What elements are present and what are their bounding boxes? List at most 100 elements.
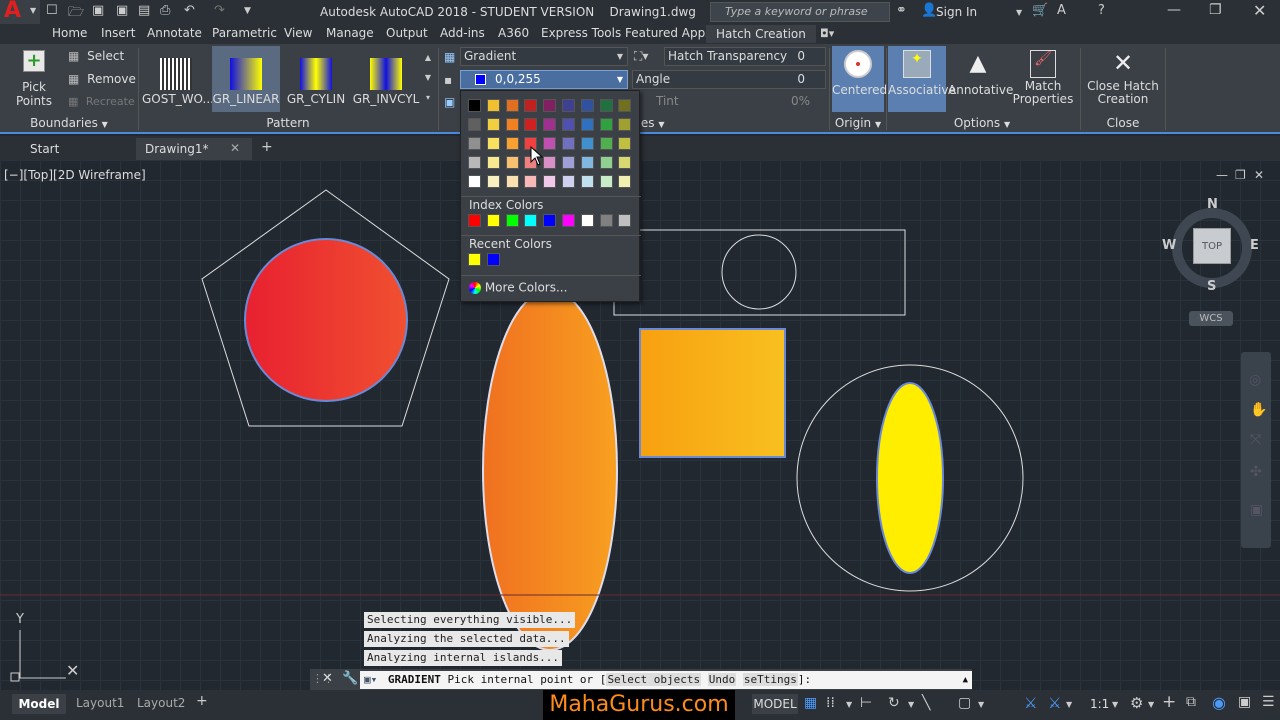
palette-swatch[interactable] — [599, 156, 613, 169]
palette-swatch[interactable] — [468, 175, 481, 188]
plot-icon[interactable]: ⎙ — [160, 3, 170, 18]
properties-panel-label[interactable]: ies ▼ — [636, 116, 666, 130]
maximize-icon[interactable]: ❐ — [1209, 2, 1222, 18]
annotation-scale[interactable]: 1:1 — [1090, 697, 1109, 711]
gradient-color-select[interactable]: 0,0,255 ▼ — [460, 70, 628, 89]
palette-swatch[interactable] — [580, 137, 594, 150]
tab-manage[interactable]: Manage — [326, 26, 374, 40]
index-color-swatch[interactable] — [618, 214, 632, 227]
palette-swatch[interactable] — [524, 118, 538, 131]
layout-tab-layout1[interactable]: Layout1 — [76, 696, 124, 710]
search-box[interactable]: Type a keyword or phrase — [710, 2, 890, 22]
orange-gradient-square[interactable] — [639, 328, 786, 458]
index-color-swatch[interactable] — [543, 214, 557, 227]
viewcube[interactable]: TOP N S W E — [1162, 197, 1260, 296]
palette-swatch[interactable] — [505, 137, 519, 150]
more-colors-button[interactable]: More Colors... — [469, 280, 567, 295]
layout-tab-model[interactable]: Model — [12, 694, 66, 714]
close-icon[interactable]: ✕ — [1253, 1, 1266, 20]
pattern-gr-linear[interactable]: GR_LINEAR — [212, 46, 280, 112]
tab-output[interactable]: Output — [386, 26, 428, 40]
palette-swatch[interactable] — [486, 156, 500, 169]
angle-field[interactable]: Angle 0 — [632, 70, 826, 89]
clean-screen-icon[interactable]: ▣ — [1238, 694, 1251, 710]
compass-e[interactable]: E — [1250, 238, 1259, 253]
palette-swatch[interactable] — [543, 137, 557, 150]
workspace-icon[interactable]: ⧉ — [1186, 694, 1196, 710]
palette-swatch[interactable] — [468, 118, 481, 131]
save-as-icon[interactable]: ▣ — [116, 3, 128, 18]
boundaries-panel-label[interactable]: Boundaries ▼ — [0, 116, 138, 130]
polar-icon[interactable]: ↻ — [888, 695, 900, 711]
web-mobile-icon[interactable]: ▤ — [138, 3, 150, 18]
compass-n[interactable]: N — [1207, 197, 1218, 212]
hatch-type-select[interactable]: Gradient ▼ — [460, 47, 628, 66]
tab-home[interactable]: Home — [52, 26, 87, 40]
chevron-down-icon[interactable]: ▼ — [846, 700, 852, 709]
redo-icon[interactable]: ↷ — [214, 3, 225, 18]
palette-swatch[interactable] — [562, 156, 575, 169]
palette-swatch[interactable] — [468, 156, 481, 169]
index-color-swatch[interactable] — [468, 214, 481, 227]
customization-icon[interactable]: ☰ — [1262, 694, 1275, 710]
undo-icon[interactable]: ↶ — [184, 3, 195, 18]
palette-swatch[interactable] — [543, 99, 557, 112]
match-properties-button[interactable]: 🖌 Match Properties — [1012, 46, 1074, 112]
customize-icon[interactable]: ▼ — [244, 6, 251, 16]
grid-icon[interactable]: ▦ — [804, 695, 817, 711]
palette-swatch[interactable] — [505, 99, 519, 112]
add-icon[interactable]: + — [1162, 692, 1176, 712]
layout-tab-layout2[interactable]: Layout2 — [137, 696, 185, 710]
command-history-up-icon[interactable]: ▲ — [963, 671, 968, 689]
palette-swatch[interactable] — [505, 118, 519, 131]
palette-swatch[interactable] — [486, 99, 500, 112]
help-icon[interactable]: ? — [1098, 3, 1105, 18]
tab-hatch-creation[interactable]: Hatch Creation — [706, 25, 816, 43]
recreate-button[interactable]: ▦ Recreate — [68, 95, 135, 108]
option-settings[interactable]: seTtings — [742, 673, 798, 686]
yellow-ellipse[interactable] — [876, 382, 944, 574]
tab-drawing1[interactable]: Drawing1* ✕ — [136, 138, 252, 160]
palette-swatch[interactable] — [580, 175, 594, 188]
tint-field[interactable]: Tint 0% — [652, 93, 826, 112]
search-input[interactable]: Type a keyword or phrase — [725, 5, 868, 18]
tab-annotate[interactable]: Annotate — [147, 26, 202, 40]
compass-w[interactable]: W — [1162, 238, 1176, 253]
zoom-icon[interactable]: ⤧ — [1250, 432, 1261, 448]
index-color-swatch[interactable] — [562, 214, 575, 227]
origin-panel-label[interactable]: Origin ▼ — [830, 116, 886, 130]
palette-swatch[interactable] — [524, 175, 538, 188]
palette-swatch[interactable] — [562, 118, 575, 131]
palette-swatch[interactable] — [580, 118, 594, 131]
palette-swatch[interactable] — [599, 137, 613, 150]
associative-button[interactable]: ✦ Associative — [888, 46, 956, 112]
showmotion-icon[interactable]: ▣ — [1250, 502, 1263, 518]
palette-swatch[interactable] — [486, 137, 500, 150]
palette-swatch[interactable] — [618, 156, 632, 169]
tab-express-tools[interactable]: Express Tools — [541, 26, 621, 40]
palette-swatch[interactable] — [618, 137, 632, 150]
status-model-button[interactable]: MODEL — [752, 694, 798, 714]
palette-swatch[interactable] — [599, 99, 613, 112]
recent-color-swatch[interactable] — [486, 253, 500, 266]
orange-gradient-ellipse[interactable] — [482, 289, 618, 651]
osnap-icon[interactable]: ▢ — [958, 695, 971, 711]
tab-addins[interactable]: Add-ins — [440, 26, 485, 40]
palette-swatch[interactable] — [543, 118, 557, 131]
index-color-swatch[interactable] — [580, 214, 594, 227]
annotation-visibility-icon[interactable]: ⚔ — [1024, 694, 1037, 712]
index-color-swatch[interactable] — [524, 214, 538, 227]
option-select-objects[interactable]: Select objects — [606, 673, 702, 686]
tab-insert[interactable]: Insert — [101, 26, 135, 40]
small-circle-outline[interactable] — [721, 234, 797, 310]
pattern-gr-cylin[interactable]: GR_CYLIN — [282, 46, 350, 112]
centered-button[interactable]: Centered — [832, 46, 887, 112]
palette-swatch[interactable] — [580, 156, 594, 169]
palette-swatch[interactable] — [618, 175, 632, 188]
palette-swatch[interactable] — [505, 175, 519, 188]
wcs-menu[interactable]: WCS — [1189, 311, 1233, 326]
command-input[interactable]: ▣▾ GRADIENT Pick internal point or [Sele… — [360, 671, 972, 689]
index-color-swatch[interactable] — [505, 214, 519, 227]
palette-swatch[interactable] — [505, 156, 519, 169]
transparency-icon[interactable]: ⛶▾ — [634, 49, 648, 64]
